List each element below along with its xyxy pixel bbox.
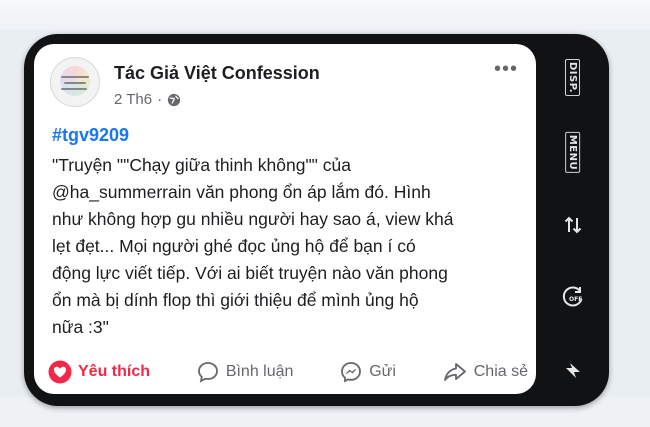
post-actions: Yêu thích Bình luận Gửi Chia sẻ	[48, 356, 528, 388]
post-text-line: @ha_summerrain văn phong ổn áp lắm đó. H…	[52, 182, 431, 202]
off-label: OFF	[569, 296, 582, 303]
post-card: Tác Giả Việt Confession 2 Th6 · ••• #tgv…	[34, 44, 536, 394]
avatar-decoration	[60, 66, 90, 96]
timer-off-button[interactable]: OFF	[553, 280, 593, 314]
send-button[interactable]: Gửi	[339, 360, 396, 384]
post-text-line: nữa :3"	[52, 317, 109, 337]
post-text: "Truyện ""Chạy giữa thinh không"" của @h…	[52, 152, 524, 341]
share-button[interactable]: Chia sẻ	[442, 360, 528, 384]
post-text-line: ổn mà bị dính flop thì giới thiệu để mìn…	[52, 290, 419, 310]
avatar[interactable]	[50, 57, 100, 107]
background-top	[0, 0, 650, 30]
share-icon	[443, 363, 466, 381]
avatar-logo-line	[64, 82, 86, 84]
send-label: Gửi	[369, 363, 396, 380]
menu-button[interactable]: MENU	[553, 131, 593, 173]
messenger-icon	[341, 362, 362, 383]
timer-off-icon: OFF	[562, 286, 583, 307]
comment-button[interactable]: Bình luận	[196, 360, 294, 384]
comment-icon	[197, 362, 218, 383]
post-meta: 2 Th6 ·	[114, 91, 181, 108]
post-text-line: như không hợp gu nhiều người hay sao á, …	[52, 209, 454, 229]
globe-icon	[167, 93, 181, 106]
post-text-line: "Truyện ""Chạy giữa thinh không"" của	[52, 155, 351, 175]
avatar-logo-line	[61, 76, 89, 78]
swap-arrows-icon	[564, 216, 582, 234]
post-hashtag[interactable]: #tgv9209	[52, 125, 129, 146]
post-text-line: lẹt đẹt... Mọi người ghé đọc ủng hộ để b…	[52, 236, 416, 256]
like-label: Yêu thích	[78, 363, 151, 380]
flash-button[interactable]	[553, 354, 593, 388]
flash-icon	[566, 363, 580, 378]
like-button[interactable]: Yêu thích	[48, 360, 150, 384]
post-text-line: động lực viết tiếp. Với ai biết truyện n…	[52, 263, 448, 283]
more-options-icon[interactable]: •••	[494, 59, 518, 79]
post-author[interactable]: Tác Giả Việt Confession	[114, 63, 320, 84]
share-label: Chia sẻ	[473, 363, 528, 380]
menu-label: MENU	[565, 131, 581, 173]
swap-button[interactable]	[553, 208, 593, 242]
avatar-logo-line	[61, 88, 87, 90]
post-date[interactable]: 2 Th6	[114, 91, 152, 108]
disp-button[interactable]: DISP.	[553, 58, 593, 96]
comment-label: Bình luận	[225, 363, 294, 380]
separator-dot: ·	[157, 91, 163, 108]
heart-icon	[48, 360, 72, 384]
disp-label: DISP.	[565, 58, 581, 96]
